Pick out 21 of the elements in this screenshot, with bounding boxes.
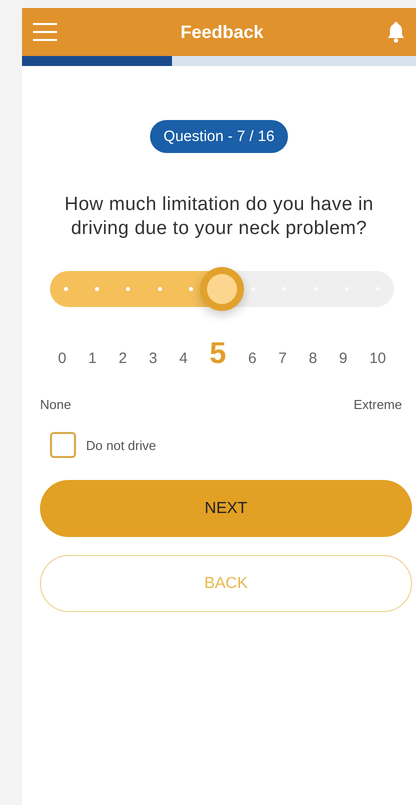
checkbox-label[interactable]: Do not drive [86,438,156,452]
scale-number[interactable]: 8 [308,350,318,367]
next-button[interactable]: NEXT [40,480,412,537]
scale-number[interactable]: 2 [118,350,127,367]
scale-number[interactable]: 9 [339,350,348,367]
scale-number[interactable]: 7 [278,350,287,367]
question-counter: Question - 7 / 16 [150,120,288,153]
max-label: Extreme [354,397,402,412]
scale-number[interactable]: 4 [179,350,188,367]
scale-number[interactable]: 0 [58,350,66,367]
min-label: None [40,397,72,412]
question-text: How much limitation do you have in driving due to your neck problem? [63,193,375,241]
scale-number[interactable]: 3 [148,350,158,367]
screen-title: Feedback [180,22,264,42]
slider-thumb[interactable] [200,267,244,311]
bell-icon[interactable] [386,21,406,43]
scale-number[interactable]: 10 [369,350,386,367]
menu-icon[interactable] [32,22,58,42]
scale-number[interactable]: 6 [248,350,256,367]
checkbox[interactable] [50,432,76,458]
scale-number[interactable]: 1 [88,350,97,367]
